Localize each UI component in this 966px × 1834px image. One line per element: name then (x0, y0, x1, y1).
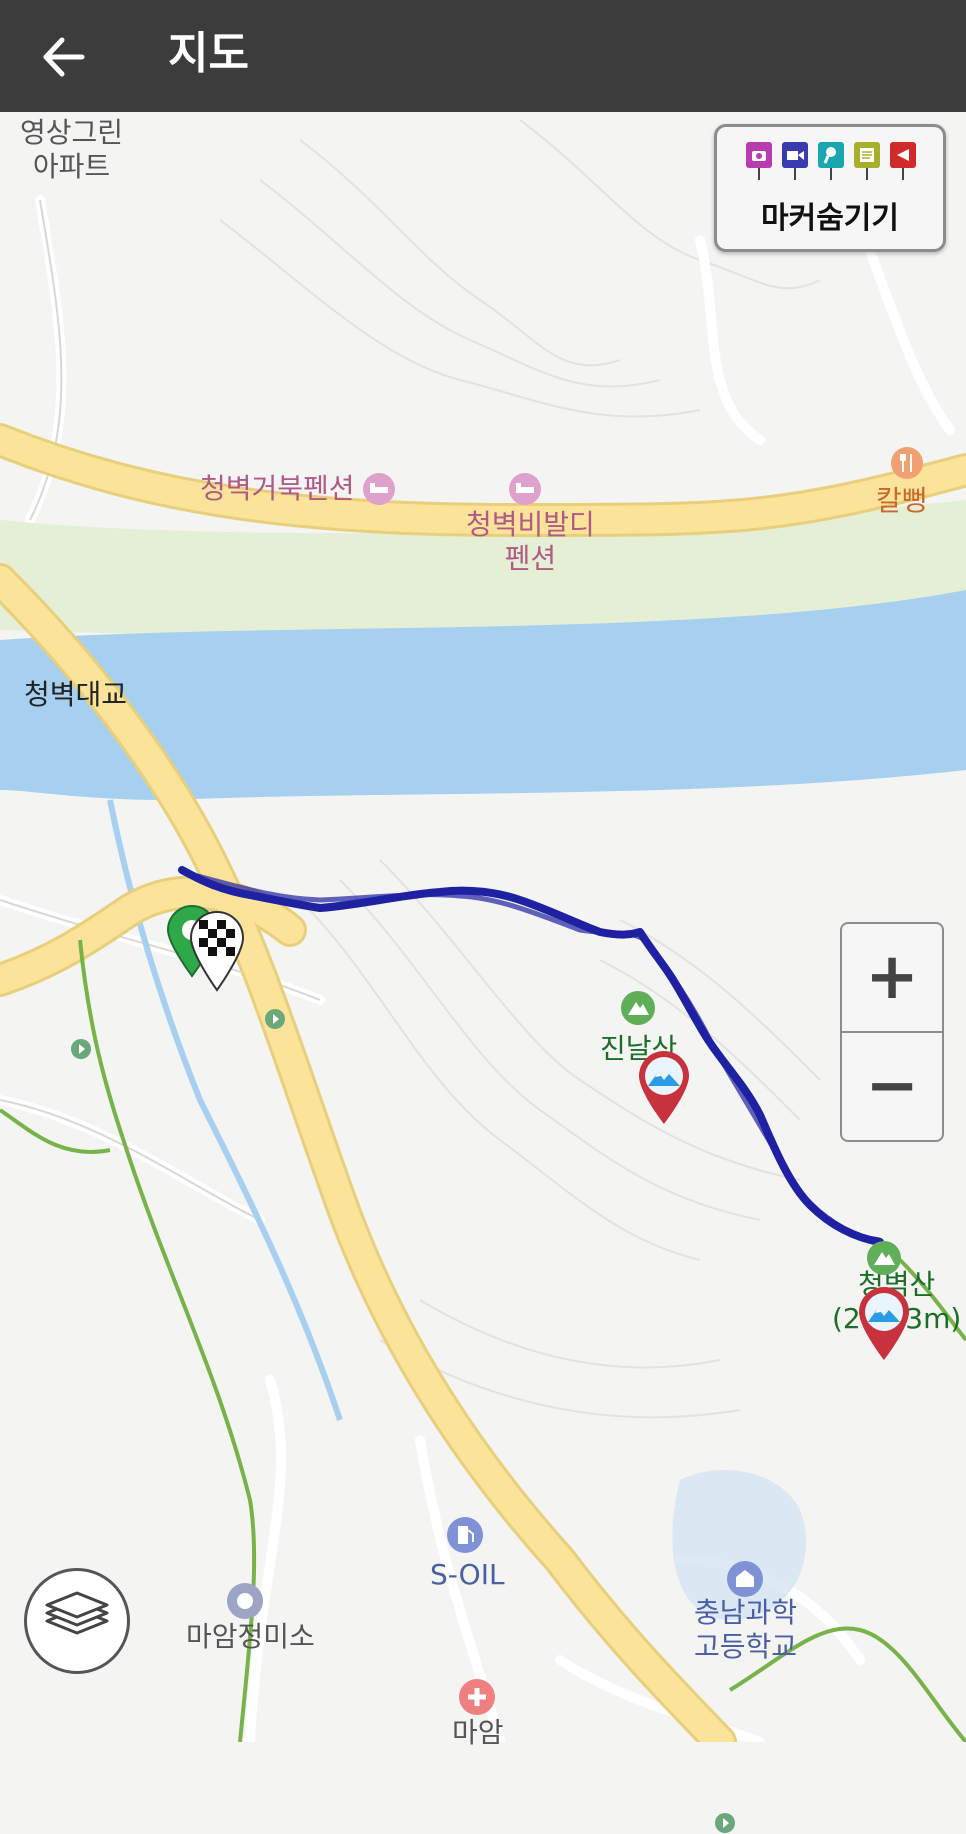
zoom-controls: + − (840, 922, 944, 1142)
layers-button[interactable] (24, 1568, 130, 1674)
mountain-icon (867, 1241, 901, 1275)
label-clinic: 마암 (452, 1716, 504, 1749)
video-icon (782, 142, 808, 180)
label-apartment: 영상그린 아파트 (20, 116, 124, 183)
label-gas-station: S-OIL (430, 1558, 505, 1591)
hospital-icon (459, 1679, 495, 1715)
marker-toggle-button[interactable]: 마커숨기기 (714, 124, 946, 252)
label-mill: 마암정미소 (186, 1620, 315, 1653)
top-app-bar: 지도 (0, 0, 966, 112)
bed-icon (509, 473, 541, 505)
direction-dot-icon (265, 1009, 285, 1029)
mountain-icon (621, 991, 655, 1025)
restaurant-icon (891, 447, 923, 479)
layers-icon (45, 1591, 109, 1635)
arrow-left-icon[interactable] (40, 34, 86, 80)
microphone-icon (818, 142, 844, 180)
memo-icon (854, 142, 880, 180)
mill-icon (227, 1583, 263, 1619)
direction-dot-icon (715, 1813, 735, 1833)
gas-station-icon (447, 1517, 483, 1553)
camera-icon (746, 142, 772, 180)
label-bridge: 청벽대교 (24, 678, 128, 711)
peak-photo-pin-icon[interactable] (856, 1284, 912, 1362)
zoom-in-button[interactable]: + (842, 924, 942, 1031)
flag-icon (890, 142, 916, 180)
label-pension-1: 청벽거북펜션 (200, 472, 355, 505)
peak-photo-pin-icon[interactable] (636, 1048, 692, 1126)
label-pension-2: 청벽비발디 펜션 (466, 508, 595, 575)
direction-dot-icon (71, 1039, 91, 1059)
label-school: 충남과학 고등학교 (694, 1596, 798, 1663)
zoom-out-button[interactable]: − (842, 1033, 942, 1140)
label-restaurant: 칼뻥 (876, 484, 928, 517)
bed-icon (363, 473, 395, 505)
page-title: 지도 (168, 28, 249, 79)
marker-toggle-label: 마커숨기기 (761, 201, 899, 236)
finish-flag-pin-icon[interactable] (188, 908, 246, 992)
map-canvas (0, 119, 966, 1759)
school-icon (727, 1561, 763, 1597)
map-view[interactable]: 영상그린 아파트 청벽거북펜션 청벽비발디 펜션 칼뻥 청벽대교 진날산 청벽산… (0, 112, 966, 1833)
